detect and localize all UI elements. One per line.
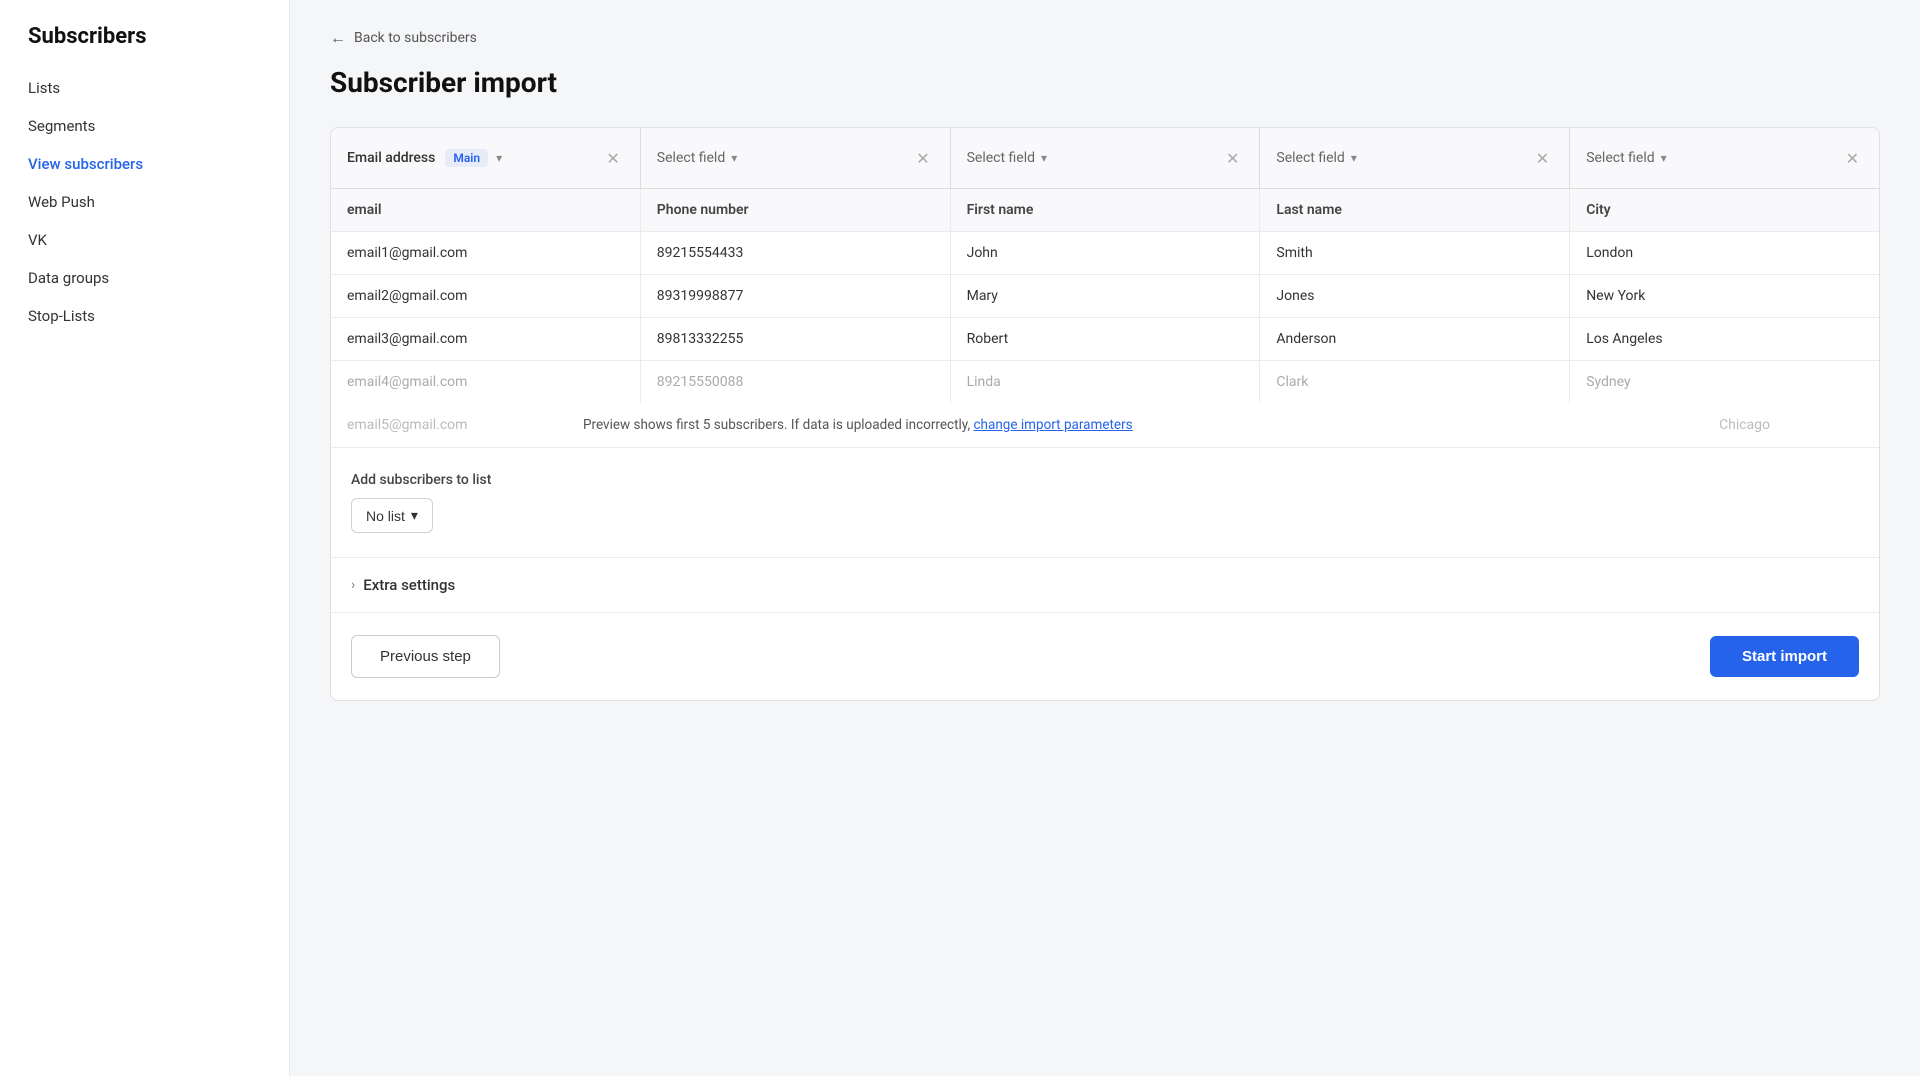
cell-lastname: Jones [1260, 275, 1570, 317]
main-badge: Main [445, 149, 488, 167]
header-lastname: Last name [1260, 189, 1570, 231]
cell-firstname: Linda [951, 361, 1261, 403]
main-content: ← Back to subscribers Subscriber import … [290, 0, 1920, 1076]
lastname-column-header: Select field ▾ ✕ [1260, 128, 1570, 188]
cell-city: Los Angeles [1570, 318, 1879, 360]
sidebar-item-lists[interactable]: Lists [0, 69, 289, 107]
cell-city: London [1570, 232, 1879, 274]
city-select-dropdown[interactable]: Select field ▾ [1586, 150, 1835, 166]
cell-firstname: John [951, 232, 1261, 274]
cell-email: email2@gmail.com [331, 275, 641, 317]
back-link-text: Back to subscribers [354, 30, 477, 46]
previous-step-button[interactable]: Previous step [351, 635, 500, 678]
cell-email: email4@gmail.com [331, 361, 641, 403]
table-row: email3@gmail.com89813332255RobertAnderso… [331, 318, 1879, 361]
lastname-chevron-icon: ▾ [1351, 151, 1357, 165]
cell-phone: 89813332255 [641, 318, 951, 360]
cell-phone: 89319998877 [641, 275, 951, 317]
table-row: email1@gmail.com89215554433JohnSmithLond… [331, 232, 1879, 275]
cell-firstname: Robert [951, 318, 1261, 360]
city-chevron-icon: ▾ [1661, 151, 1667, 165]
email-field-selector: Email address Main ▾ ✕ [331, 128, 640, 188]
field-selectors-row: Email address Main ▾ ✕ Select field ▾ ✕ [331, 128, 1879, 189]
cell-email: email3@gmail.com [331, 318, 641, 360]
email-address-label: Email address [347, 150, 435, 166]
footer-row: Previous step Start import [331, 613, 1879, 700]
email-column-close-button[interactable]: ✕ [602, 147, 623, 170]
extra-settings-row: › Extra settings [331, 558, 1879, 613]
lastname-column-close-button[interactable]: ✕ [1532, 147, 1553, 170]
cell-phone: 89215550088 [641, 361, 951, 403]
lastname-select-dropdown[interactable]: Select field ▾ [1276, 150, 1525, 166]
cell-firstname: Mary [951, 275, 1261, 317]
preview-row: email5@gmail.com Preview shows first 5 s… [331, 403, 1879, 448]
firstname-column-header: Select field ▾ ✕ [951, 128, 1261, 188]
header-city: City [1570, 189, 1879, 231]
header-phone: Phone number [641, 189, 951, 231]
sidebar-item-stop-lists[interactable]: Stop-Lists [0, 297, 289, 335]
list-dropdown-chevron-icon: ▾ [411, 507, 418, 524]
table-body: email1@gmail.com89215554433JohnSmithLond… [331, 232, 1879, 403]
sidebar-title: Subscribers [0, 24, 289, 69]
header-email: email [331, 189, 641, 231]
sidebar-nav: Lists Segments View subscribers Web Push… [0, 69, 289, 335]
phone-select-dropdown[interactable]: Select field ▾ [657, 150, 906, 166]
no-list-label: No list [366, 508, 405, 524]
back-link[interactable]: ← Back to subscribers [330, 28, 1880, 48]
phone-select-label: Select field [657, 150, 725, 166]
cell-lastname: Anderson [1260, 318, 1570, 360]
header-firstname: First name [951, 189, 1261, 231]
email-column-header: Email address Main ▾ ✕ [331, 128, 641, 188]
page-title: Subscriber import [330, 66, 1880, 99]
city-column-header: Select field ▾ ✕ [1570, 128, 1879, 188]
cell-lastname: Clark [1260, 361, 1570, 403]
preview-message: Preview shows first 5 subscribers. If da… [583, 417, 1703, 433]
phone-column-header: Select field ▾ ✕ [641, 128, 951, 188]
list-section: Add subscribers to list No list ▾ [331, 448, 1879, 558]
change-import-params-link[interactable]: change import parameters [973, 417, 1132, 433]
lastname-field-selector: Select field ▾ ✕ [1260, 128, 1569, 188]
no-list-dropdown[interactable]: No list ▾ [351, 498, 433, 533]
extra-settings-chevron-icon: › [351, 577, 355, 593]
firstname-chevron-icon: ▾ [1041, 151, 1047, 165]
import-card: Email address Main ▾ ✕ Select field ▾ ✕ [330, 127, 1880, 701]
preview-city: Chicago [1703, 417, 1863, 433]
table-row: email4@gmail.com89215550088LindaClarkSyd… [331, 361, 1879, 403]
firstname-column-close-button[interactable]: ✕ [1222, 147, 1243, 170]
cell-phone: 89215554433 [641, 232, 951, 274]
firstname-field-selector: Select field ▾ ✕ [951, 128, 1260, 188]
start-import-button[interactable]: Start import [1710, 636, 1859, 677]
sidebar-item-data-groups[interactable]: Data groups [0, 259, 289, 297]
firstname-select-label: Select field [967, 150, 1035, 166]
phone-field-selector: Select field ▾ ✕ [641, 128, 950, 188]
table-row: email2@gmail.com89319998877MaryJonesNew … [331, 275, 1879, 318]
email-dropdown-chevron-icon[interactable]: ▾ [496, 151, 502, 165]
cell-lastname: Smith [1260, 232, 1570, 274]
firstname-select-dropdown[interactable]: Select field ▾ [967, 150, 1216, 166]
sidebar: Subscribers Lists Segments View subscrib… [0, 0, 290, 1076]
back-arrow-icon: ← [330, 28, 346, 48]
preview-row-inner: email5@gmail.com Preview shows first 5 s… [347, 417, 1863, 433]
cell-email: email1@gmail.com [331, 232, 641, 274]
cell-city: Sydney [1570, 361, 1879, 403]
city-field-selector: Select field ▾ ✕ [1570, 128, 1879, 188]
sidebar-item-vk[interactable]: VK [0, 221, 289, 259]
city-column-close-button[interactable]: ✕ [1842, 147, 1863, 170]
phone-chevron-icon: ▾ [731, 151, 737, 165]
sidebar-item-web-push[interactable]: Web Push [0, 183, 289, 221]
lastname-select-label: Select field [1276, 150, 1344, 166]
list-section-label: Add subscribers to list [351, 472, 1859, 488]
sidebar-item-view-subscribers[interactable]: View subscribers [0, 145, 289, 183]
extra-settings-toggle[interactable]: › Extra settings [351, 576, 1859, 594]
preview-text-prefix: Preview shows first 5 subscribers. If da… [583, 417, 973, 433]
preview-email: email5@gmail.com [347, 417, 583, 433]
table-header-row: email Phone number First name Last name … [331, 189, 1879, 232]
city-select-label: Select field [1586, 150, 1654, 166]
sidebar-item-segments[interactable]: Segments [0, 107, 289, 145]
phone-column-close-button[interactable]: ✕ [912, 147, 933, 170]
data-table: Email address Main ▾ ✕ Select field ▾ ✕ [331, 128, 1879, 448]
cell-city: New York [1570, 275, 1879, 317]
extra-settings-label: Extra settings [363, 576, 455, 594]
